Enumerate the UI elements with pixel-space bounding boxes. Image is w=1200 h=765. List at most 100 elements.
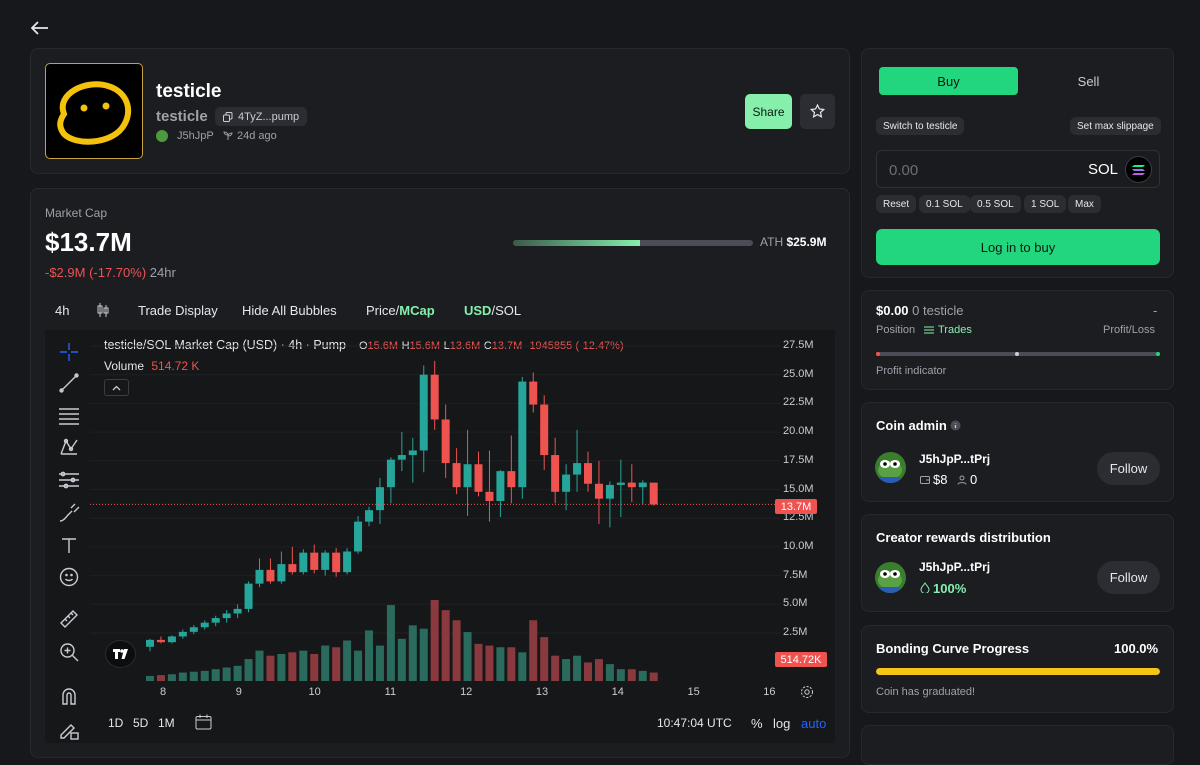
candle[interactable] [627,464,636,503]
calendar-icon[interactable] [195,714,212,730]
candle[interactable] [408,437,417,483]
candles-icon[interactable] [96,302,110,318]
admin-avatar[interactable] [875,452,906,483]
candle[interactable] [562,464,571,511]
candle[interactable] [211,615,220,627]
back-button[interactable] [28,16,52,40]
candle[interactable] [518,376,527,499]
mcap-option[interactable]: MCap [399,303,434,318]
sell-tab[interactable]: Sell [1019,67,1158,95]
currency-toggle[interactable]: USD/SOL [464,303,521,318]
rewards-avatar[interactable] [875,562,906,593]
max-slippage-button[interactable]: Set max slippage [1070,117,1161,135]
coin-image[interactable] [45,63,143,159]
candle[interactable] [365,506,373,527]
candle[interactable] [310,544,319,574]
candle[interactable] [321,550,330,576]
candle[interactable] [551,437,560,504]
range-1d[interactable]: 1D [108,716,123,730]
candle[interactable] [156,636,165,644]
price-mcap-toggle[interactable]: Price/MCap [366,303,435,318]
candle[interactable] [430,360,439,430]
crosshair-tool[interactable] [56,339,82,365]
candle[interactable] [452,448,461,495]
candle[interactable] [354,515,363,554]
share-button[interactable]: Share [745,94,792,129]
candle[interactable] [496,469,505,518]
hide-bubbles-button[interactable]: Hide All Bubbles [242,303,337,318]
creator-name[interactable]: J5hJpP [177,130,214,142]
range-5d[interactable]: 5D [133,716,148,730]
candle[interactable] [255,558,264,588]
zoom-tool[interactable] [56,639,82,665]
pattern-tool[interactable] [56,434,82,460]
chart-settings-button[interactable] [798,683,816,701]
candle[interactable] [332,548,341,577]
candle[interactable] [299,549,308,575]
login-to-buy-button[interactable]: Log in to buy [876,229,1160,265]
preset-reset[interactable]: Reset [876,195,917,213]
ruler-tool[interactable] [56,606,82,632]
candle[interactable] [594,460,603,524]
preset-0-1-sol[interactable]: 0.1 SOL [919,195,970,213]
candle[interactable] [419,365,428,473]
lock-drawing-tool[interactable] [56,716,82,742]
fib-tool[interactable] [56,403,82,429]
candle[interactable] [638,480,647,505]
candle[interactable] [266,558,275,584]
magnet-tool[interactable] [56,683,82,709]
admin-name[interactable]: J5hJpP...tPrj [919,452,990,466]
candle[interactable] [474,451,483,497]
auto-scale-toggle[interactable]: auto [801,716,826,731]
tradingview-logo[interactable] [105,640,136,668]
switch-token-button[interactable]: Switch to testicle [876,117,965,135]
emoji-tool[interactable] [56,564,82,590]
preset-max[interactable]: Max [1068,195,1101,213]
log-scale-toggle[interactable]: log [773,716,790,731]
contract-address-chip[interactable]: 4TyZ...pump [215,107,308,126]
info-icon[interactable] [950,420,961,431]
candle[interactable] [343,548,352,575]
candle[interactable] [233,604,242,619]
percent-scale-toggle[interactable]: % [751,716,763,731]
candle[interactable] [649,482,658,506]
usd-option[interactable]: USD [464,303,491,318]
candle[interactable] [616,459,625,518]
sol-option[interactable]: SOL [495,303,521,318]
preset-1-sol[interactable]: 1 SOL [1024,195,1067,213]
candle[interactable] [200,620,209,630]
candle[interactable] [222,610,231,623]
candle[interactable] [288,546,297,575]
price-option[interactable]: Price [366,303,396,318]
trades-link[interactable]: Trades [924,324,972,336]
candle[interactable] [386,457,395,504]
interval-button[interactable]: 4h [55,303,69,318]
candle[interactable] [397,432,406,472]
candle[interactable] [178,629,187,639]
candlestick-chart[interactable] [90,330,780,682]
candle[interactable] [375,478,384,524]
amount-input[interactable]: 0.00 SOL [876,150,1160,188]
candle[interactable] [463,429,472,516]
text-tool[interactable] [56,532,82,558]
candle[interactable] [167,635,176,644]
buy-tab[interactable]: Buy [879,67,1018,95]
creator-avatar[interactable] [156,130,168,142]
preset-0-5-sol[interactable]: 0.5 SOL [970,195,1021,213]
candle[interactable] [277,551,286,584]
candle[interactable] [584,451,592,492]
favorite-button[interactable] [800,94,835,129]
brush-tool[interactable] [56,500,82,526]
candle[interactable] [441,404,450,479]
rewards-follow-button[interactable]: Follow [1097,561,1160,594]
candle[interactable] [540,395,549,470]
candle[interactable] [507,435,516,504]
rewards-name[interactable]: J5hJpP...tPrj [919,560,990,574]
admin-follow-button[interactable]: Follow [1097,452,1160,485]
candle[interactable] [529,372,538,413]
trend-line-tool[interactable] [56,370,82,396]
candle[interactable] [244,581,253,613]
candle[interactable] [146,638,154,652]
range-1m[interactable]: 1M [158,716,175,730]
trade-display-button[interactable]: Trade Display [138,303,218,318]
